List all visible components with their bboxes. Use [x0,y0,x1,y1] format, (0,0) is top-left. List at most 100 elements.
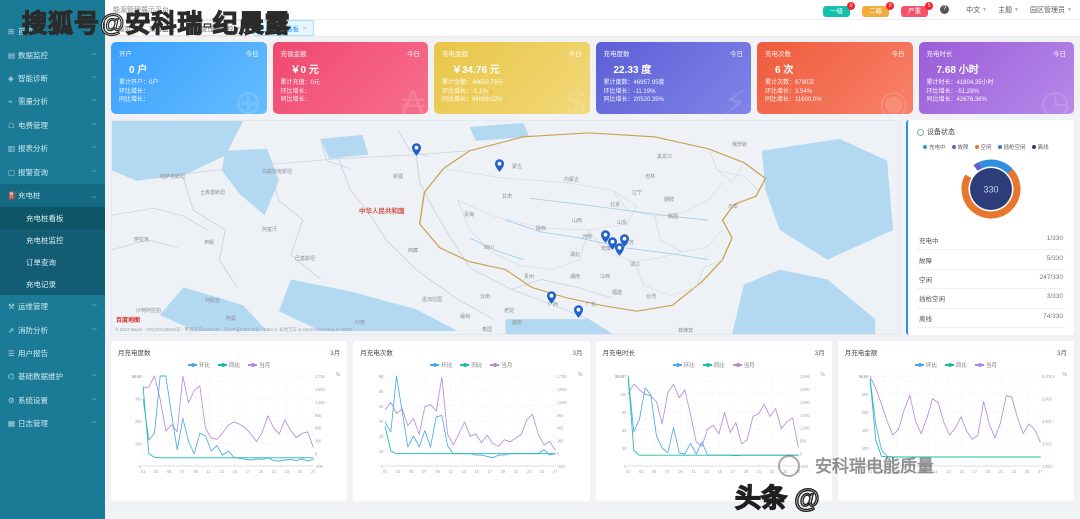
device-legend: 充电中故障空闲插枪空闲离线 [923,143,1065,151]
stat-card-2[interactable]: 充电金额今日￥34.76 元累计金额：46650.73元环比增长：-1.1% ↓… [434,42,590,114]
map-label-7: 沙特阿拉伯 [136,307,161,314]
tab-3[interactable]: 充电桩看板✕ [253,20,315,36]
chart-legend-item-1[interactable]: 同比 [460,361,482,369]
sidebar-item-11[interactable]: ⌬基础数据维护﹀ [0,365,105,388]
svg-text:03: 03 [639,469,644,474]
alarm-badge-1[interactable]: 二级0 [862,6,889,17]
map-pin-1[interactable] [495,159,504,172]
chart-legend-item-0[interactable]: 环比 [915,361,937,369]
chart-legend-item-0[interactable]: 环比 [188,361,210,369]
stat-card-4[interactable]: 充电次数今日6 次累计次数：6790次环比增长：3.54% ↑同比增长：1160… [757,42,913,114]
alarm-badges: 一级0 二级0 严重5 [823,5,940,15]
map-label-17: 四川 [484,244,494,251]
chart-panel-3[interactable]: 月充电金额3月环比同比当月%66.6625020015010006,405.95… [838,341,1074,501]
map-pin-7[interactable] [574,305,583,318]
chart-header: 月充电度数3月 [116,347,342,357]
map-label-13: 蒙古 [512,163,522,170]
sidebar-item-6[interactable]: ▢报警查询﹀ [0,160,105,183]
chevron-icon: ﹀ [91,121,97,130]
map-pin-6[interactable] [547,291,556,304]
pile-icon: ⛽ [8,191,18,200]
card-header: 充电金额今日 [442,48,582,58]
svg-text:09: 09 [436,469,441,474]
legend-line-icon [733,364,742,366]
sidebar-item-10[interactable]: ☰用户报告 [0,342,105,365]
sidebar-item-0[interactable]: ⊞首页 [0,20,105,43]
close-icon[interactable]: ✕ [237,25,242,32]
sidebar-subitem-label: 充电桩看板 [26,213,97,224]
chart-legend-item-1[interactable]: 同比 [945,361,967,369]
chart-legend-item-2[interactable]: 当月 [733,361,755,369]
map-pin-0[interactable] [412,143,421,156]
sidebar-item-9[interactable]: ⇗消防分析﹀ [0,319,105,342]
stat-card-3[interactable]: 充电度数今日22.33 度累计度数：46957.95度环比增长：-11.19% … [596,42,752,114]
close-icon[interactable]: ✕ [178,25,183,32]
card-yoy: 同比增长： [281,96,421,105]
svg-text:90: 90 [622,410,627,415]
tab-2[interactable]: 变压器监控✕ [194,20,249,36]
chart-legend-item-2[interactable]: 当月 [490,361,512,369]
svg-text:30: 30 [622,446,627,451]
card-decorative-icon: ⚡ [723,86,747,114]
tab-0[interactable]: 首页 [111,20,138,36]
chart-legend-item-0[interactable]: 环比 [673,361,695,369]
sidebar-item-4[interactable]: ☖电费管理﹀ [0,114,105,137]
map-panel[interactable]: 哈萨克斯坦土库曼斯坦乌兹别克斯坦伊拉克伊朗阿富汗巴基斯坦沙特阿拉伯阿联酋阿曼印度… [111,120,900,335]
map-label-41: 贵州 [524,273,534,280]
sidebar-item-5[interactable]: ▥报表分析﹀ [0,137,105,160]
sidebar-subitem-0[interactable]: 充电桩看板 [0,207,105,229]
sidebar-item-1[interactable]: ▤数据监控﹀ [0,43,105,66]
theme-selector[interactable]: 主题 ▼ [998,5,1019,15]
help-icon[interactable]: ? [940,5,949,14]
sidebar-item-7[interactable]: ⛽充电桩︿ [0,184,105,207]
sidebar-item-12[interactable]: ⚙系统设置﹀ [0,389,105,412]
card-value: ￥34.76 元 [452,61,582,76]
svg-text:23: 23 [285,469,290,474]
chart-legend-item-2[interactable]: 当月 [248,361,270,369]
svg-text:19: 19 [986,469,991,474]
chart-legend-item-2[interactable]: 当月 [975,361,997,369]
stat-card-0[interactable]: 开户今日0 户累计开户：0户环比增长：同比增长：⊕ [111,42,267,114]
svg-text:19: 19 [743,469,748,474]
map-pin-5[interactable] [620,234,629,247]
device-status-value: 74/330 [1043,313,1063,323]
sidebar-subitem-1[interactable]: 充电桩监控 [0,229,105,251]
svg-text:-300: -300 [557,464,565,469]
sidebar-subitem-3[interactable]: 充电记录 [0,273,105,295]
log-icon: ▦ [8,419,18,428]
close-icon[interactable]: ✕ [302,25,307,32]
chart-panel-1[interactable]: 月充电次数3月环比同比当月%60504030201001,7501,5001,2… [353,341,589,501]
alarm-badge-2[interactable]: 严重5 [901,6,928,17]
chart-legend-item-1[interactable]: 同比 [703,361,725,369]
stat-card-5[interactable]: 充电时长今日7.68 小时累计时长：41804.35小时环比增长：-51.28%… [919,42,1075,114]
chart-plot: %36.68712090603002,8662,5002,0001,5001,0… [601,370,827,482]
chart-series-2 [870,380,1040,457]
chart-panel-2[interactable]: 月充电时长3月环比同比当月%36.68712090603002,8662,500… [596,341,832,501]
device-status-value: 5/330 [1047,255,1063,265]
sidebar-item-8[interactable]: ⚒运维管理﹀ [0,295,105,318]
svg-text:27: 27 [796,469,801,474]
svg-text:05: 05 [652,469,657,474]
arrow-down-icon: ↓ [655,89,660,95]
map-label-10: 印度 [355,319,365,326]
stat-card-1[interactable]: 充值金额今日￥0 元累计充值：0元环比增长：同比增长：₳ [273,42,429,114]
chart-legend-item-0[interactable]: 环比 [430,361,452,369]
chart-legend-item-1[interactable]: 同比 [218,361,240,369]
sidebar-item-2[interactable]: ◈智能诊断﹀ [0,67,105,90]
device-donut-chart: 330 [955,153,1027,225]
chart-header: 月充电时长3月 [601,347,827,357]
map-label-45: 台湾 [646,293,656,300]
svg-text:0: 0 [800,451,803,456]
chart-panel-0[interactable]: 月充电度数3月环比同比当月%65.6930020010001,7251,5001… [111,341,347,501]
sidebar-item-3[interactable]: ⌁需量分析﹀ [0,90,105,113]
svg-text:25: 25 [298,469,303,474]
sidebar-item-13[interactable]: ▦日志管理﹀ [0,412,105,435]
card-decorative-icon: ₳ [401,86,424,114]
alarm-badge-0[interactable]: 一级0 [823,6,850,17]
sidebar-subitem-2[interactable]: 订单查询 [0,251,105,273]
tab-1[interactable]: 实时监控✕ [142,20,190,36]
chart-series-0 [385,377,555,450]
svg-text:21: 21 [999,469,1004,474]
language-selector[interactable]: 中文 ▼ [966,5,987,15]
user-menu[interactable]: 园区管理员 ▼ [1030,5,1072,15]
